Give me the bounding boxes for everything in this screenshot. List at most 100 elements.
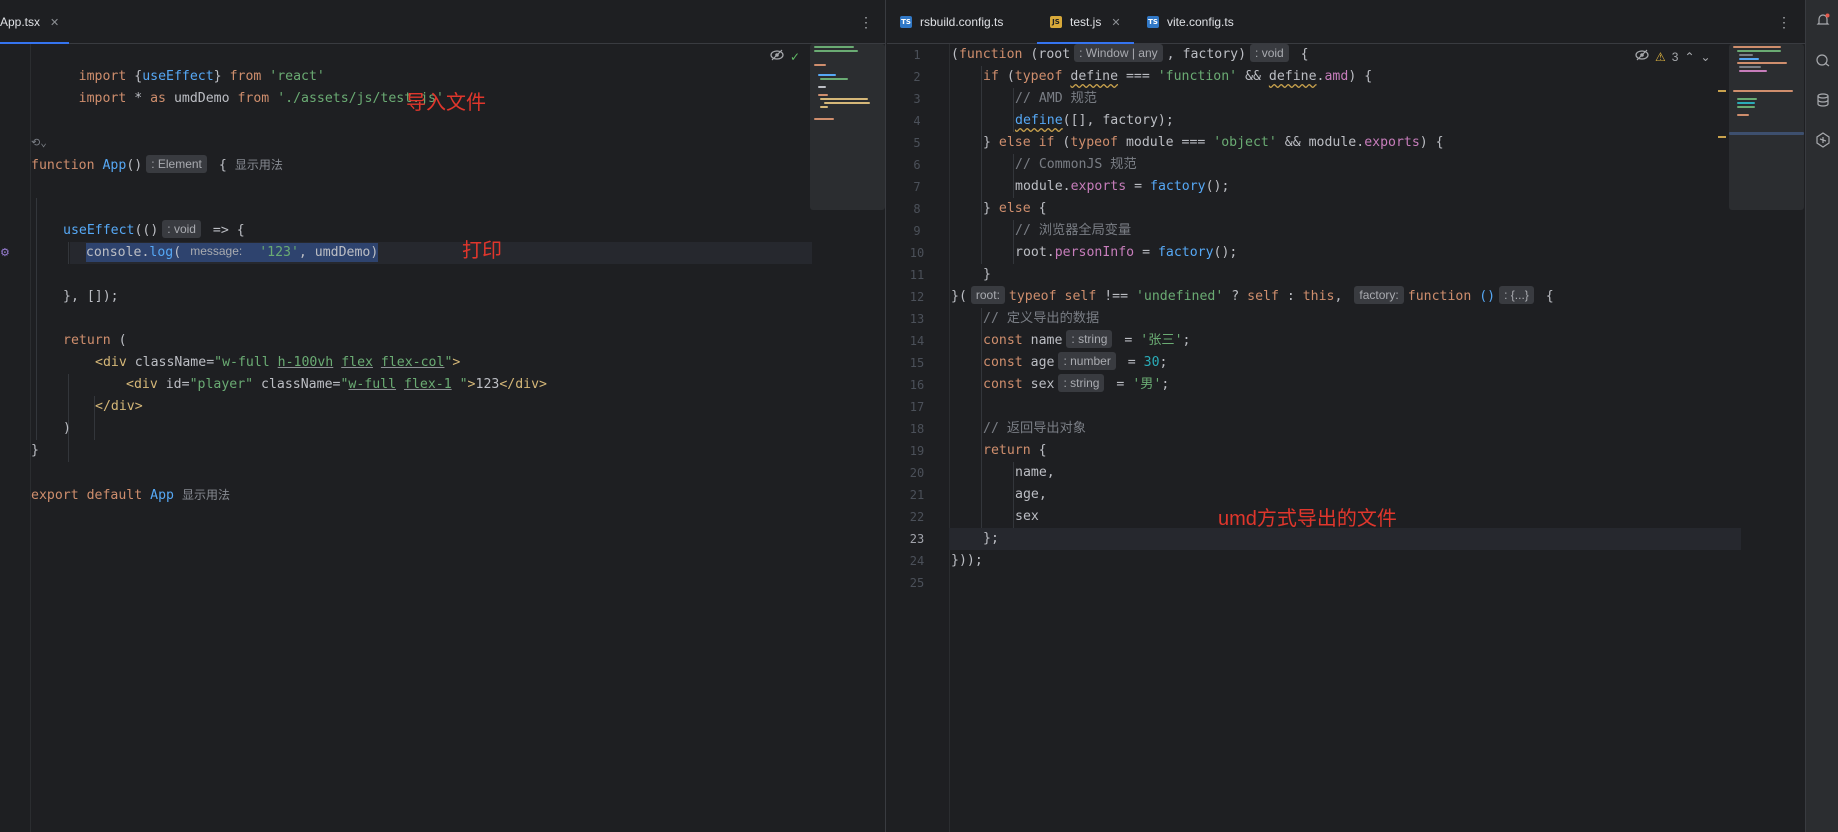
code-line-div-end: </div> [95, 399, 143, 414]
line-number: 20 [909, 466, 925, 480]
code-line-close-paren: ) [63, 421, 71, 436]
type-hint-string: : string [1066, 330, 1113, 348]
code-line-15: const age: number = 30; [983, 352, 1168, 370]
right-tab-bar: TS rsbuild.config.ts JS test.js ✕ TS vit… [887, 0, 1805, 44]
reader-mode-icon[interactable] [770, 49, 784, 64]
line-number: 4 [913, 114, 921, 128]
code-line-19: return { [983, 443, 1047, 458]
param-hint-factory: factory: [1354, 286, 1404, 304]
line-number: 12 [909, 290, 925, 304]
indent-guide [1013, 462, 1014, 528]
line-number: 19 [909, 444, 925, 458]
type-hint-void: : void [1250, 44, 1289, 62]
minimap[interactable] [810, 44, 885, 210]
indent-guide [981, 308, 982, 528]
line-number: 21 [909, 488, 925, 502]
reader-mode-icon[interactable] [1635, 49, 1649, 64]
tool-window-sidebar [1805, 0, 1838, 832]
code-line-3: // AMD 规范 [1015, 91, 1097, 106]
code-line-12: }(root: typeof self !== 'undefined' ? sel… [951, 286, 1554, 304]
typescript-file-icon: TS [900, 16, 912, 28]
code-line-20: name, [1015, 465, 1055, 480]
warning-marker[interactable] [1718, 136, 1726, 138]
code-line-8: } else { [983, 201, 1047, 216]
indent-guide [68, 242, 69, 264]
left-tab-bar: App.tsx ✕ ⋮ [0, 0, 885, 44]
code-line-23: }; [983, 531, 999, 546]
param-hint-root: root: [970, 286, 1005, 304]
code-line-app: function App(): Element {显示用法 [31, 155, 283, 173]
editor-status-icons: ✓ [770, 49, 800, 64]
line-number: 25 [909, 576, 925, 590]
plugin-icon[interactable] [1813, 130, 1833, 150]
right-code-editor[interactable]: ⚠ 3 ⌃ ⌄ 1 2 3 4 5 6 7 8 9 10 11 12 13 14 15 16 17 18 19 20 2… [887, 44, 1805, 832]
tab-test-js[interactable]: JS test.js ✕ [1037, 0, 1134, 44]
code-line-22: sex [1015, 509, 1039, 524]
check-icon: ✓ [790, 49, 801, 64]
current-line-highlight [949, 528, 1741, 550]
tab-label: rsbuild.config.ts [920, 15, 1004, 29]
code-line-16: const sex: string = '男'; [983, 374, 1170, 392]
tab-rsbuild-config[interactable]: TS rsbuild.config.ts [887, 0, 1037, 44]
code-line-close-brace: } [31, 443, 39, 458]
tab-label: App.tsx [0, 15, 41, 29]
param-hint-message: message: [190, 244, 243, 258]
line-number: 14 [909, 334, 925, 348]
tab-vite-config[interactable]: TS vite.config.ts [1134, 0, 1274, 44]
line-number: 8 [913, 202, 921, 216]
code-line-21: age, [1015, 487, 1047, 502]
code-line-end-effect: }, []); [63, 289, 119, 304]
code-line-10: root.personInfo = factory(); [1015, 245, 1238, 260]
left-code-editor[interactable]: ✓ import {useEffect} from 'react' import… [0, 44, 885, 832]
line-number: 2 [913, 70, 921, 84]
close-icon[interactable]: ✕ [1111, 16, 1120, 29]
indent-guide [1013, 220, 1014, 264]
line-number: 9 [913, 224, 921, 238]
minimap[interactable] [1729, 44, 1804, 210]
line-number: 15 [909, 356, 925, 370]
tab-label: test.js [1070, 15, 1102, 29]
more-options-icon[interactable]: ⋮ [1777, 12, 1791, 32]
warning-marker[interactable] [1718, 90, 1726, 92]
line-number: 24 [909, 554, 925, 568]
type-hint-string: : string [1058, 374, 1105, 392]
line-number: 16 [909, 378, 925, 392]
warning-count: 3 [1671, 49, 1679, 64]
more-options-icon[interactable]: ⋮ [859, 12, 873, 32]
usage-hint[interactable]: 显示用法 [235, 158, 283, 172]
notifications-icon[interactable] [1813, 10, 1833, 30]
code-line-return: return ( [63, 333, 127, 348]
type-hint-element: : Element [146, 155, 207, 173]
ai-assistant-icon[interactable] [1813, 50, 1833, 70]
run-gutter-icon[interactable]: ⚙ [0, 246, 12, 260]
line-number: 3 [913, 92, 921, 106]
code-line-24: })); [951, 553, 983, 568]
annotation-print: 打印 [462, 240, 502, 262]
database-icon[interactable] [1813, 90, 1833, 110]
left-editor-pane: App.tsx ✕ ⋮ ✓ import {useEffect} from 'r… [0, 0, 886, 832]
tab-app-tsx[interactable]: App.tsx ✕ [0, 0, 70, 44]
annotation-import: 导入文件 [406, 92, 486, 114]
line-number: 13 [909, 312, 925, 326]
chevron-down-icon[interactable]: ⌄ [1701, 50, 1711, 64]
javascript-file-icon: JS [1050, 16, 1062, 28]
indent-guide [981, 66, 982, 264]
line-number: 11 [909, 268, 925, 282]
line-number: 22 [909, 510, 925, 524]
code-line-div-outer: <div className="w-full h-100vh flex flex… [95, 355, 461, 370]
chevron-up-icon[interactable]: ⌃ [1684, 50, 1694, 64]
code-line-11: } [983, 267, 991, 282]
warning-icon[interactable]: ⚠ [1655, 50, 1666, 64]
editor-status-icons: ⚠ 3 ⌃ ⌄ [1635, 49, 1711, 64]
tab-label: vite.config.ts [1167, 15, 1234, 29]
type-hint-void: : void [162, 220, 201, 238]
close-icon[interactable]: ✕ [50, 16, 59, 29]
fold-marker[interactable]: ⟲⌄ [31, 132, 47, 154]
code-line-4: define([], factory); [1015, 113, 1174, 128]
type-hint-number: : number [1058, 352, 1116, 370]
right-editor-pane: TS rsbuild.config.ts JS test.js ✕ TS vit… [887, 0, 1805, 832]
usage-hint[interactable]: 显示用法 [182, 488, 230, 502]
line-number: 23 [909, 532, 925, 546]
code-line-7: module.exports = factory(); [1015, 179, 1230, 194]
code-line-18: // 返回导出对象 [983, 421, 1086, 436]
